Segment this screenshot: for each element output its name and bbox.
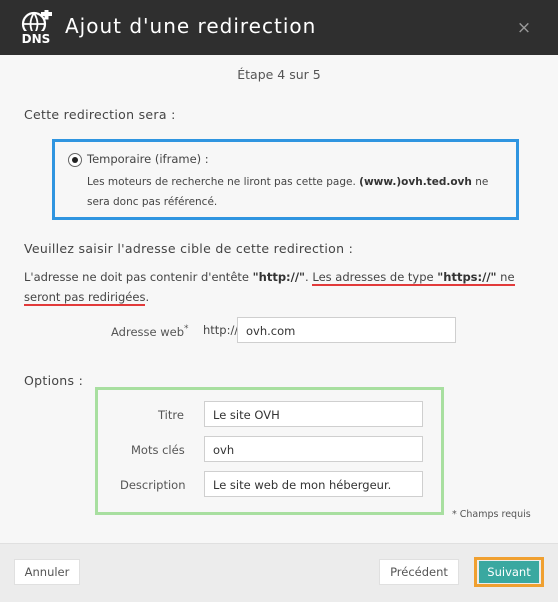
warn-https: "https://" [437,270,497,284]
next-button[interactable]: Suivant [479,561,539,583]
redirect-type-heading: Cette redirection sera : [24,107,176,122]
close-icon[interactable]: × [516,20,532,37]
warn-text-1: L'adresse ne doit pas contenir d'entête [24,270,249,284]
logo-text: DNS [22,32,51,46]
target-warning: L'adresse ne doit pas contenir d'entête … [24,267,534,307]
keywords-label: Mots clés [131,443,185,457]
title-input[interactable]: Le site OVH [204,401,423,427]
address-label: Adresse web* [111,324,189,339]
step-indicator: Étape 4 sur 5 [237,67,321,82]
target-heading: Veuillez saisir l'adresse cible de cette… [24,241,354,256]
desc-before: Les moteurs de recherche ne liront pas c… [87,176,356,188]
warn-text-2: Les adresses de type [312,270,434,284]
address-prefix: http:// [203,323,239,337]
warn-http: "http://" [252,270,306,284]
dialog-header: DNS Ajout d'une redirection × [0,0,558,55]
desc-domain: (www.)ovh.ted.ovh [359,176,472,188]
required-note: * Champs requis [452,509,531,520]
dns-logo-icon: DNS [19,10,53,46]
options-heading: Options : [24,373,84,388]
address-input[interactable]: ovh.com [237,317,456,343]
previous-button[interactable]: Précédent [379,559,459,585]
address-label-text: Adresse web [111,324,185,339]
title-label: Titre [158,408,184,422]
cancel-button[interactable]: Annuler [14,559,80,585]
warn-end: . [145,290,150,304]
temporary-radio[interactable] [68,153,82,167]
description-label: Description [120,478,186,492]
dialog-title: Ajout d'une redirection [65,14,317,38]
keywords-input[interactable]: ovh [204,436,423,462]
temporary-description: Les moteurs de recherche ne liront pas c… [87,172,512,212]
description-input[interactable]: Le site web de mon hébergeur. [204,471,423,497]
required-star: * [184,324,189,334]
temporary-radio-label[interactable]: Temporaire (iframe) : [87,152,209,166]
